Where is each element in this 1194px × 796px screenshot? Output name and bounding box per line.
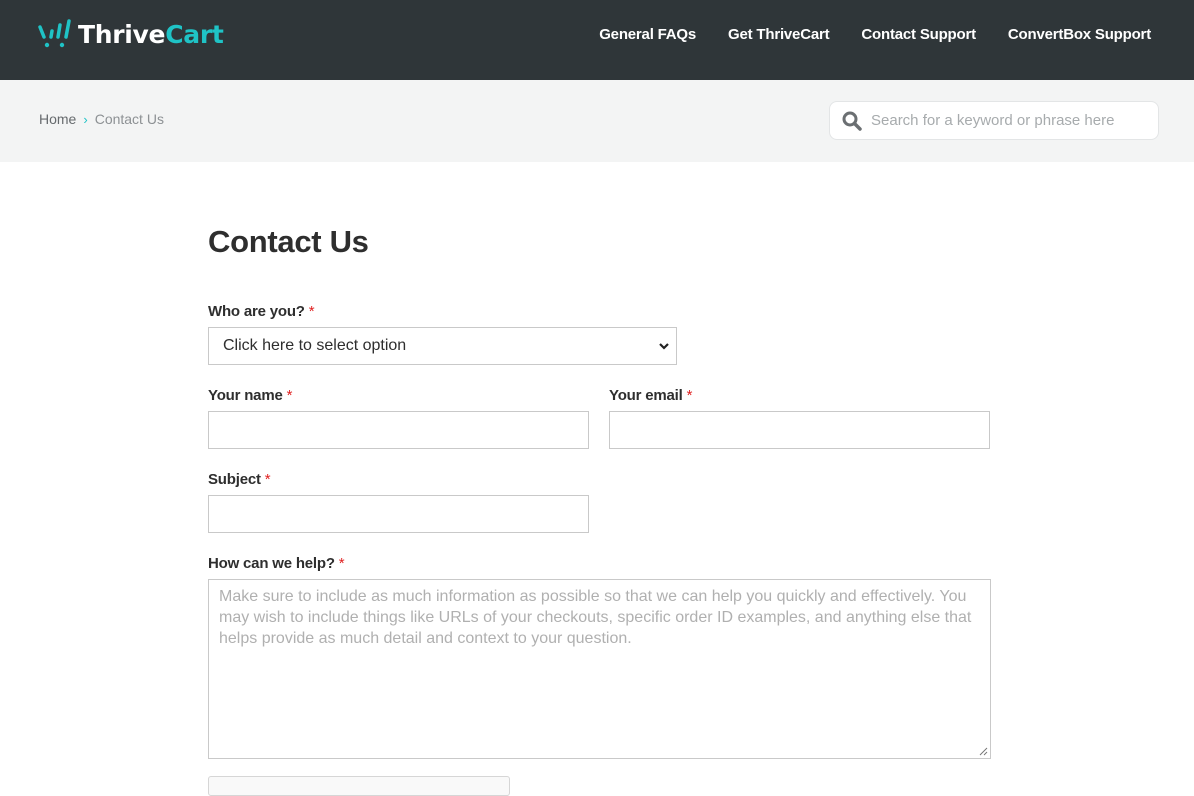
required-asterisk: * <box>338 555 345 572</box>
subject-input[interactable] <box>208 495 589 533</box>
subject-field: Subject * <box>208 471 991 533</box>
who-are-you-selected-value: Click here to select option <box>223 337 407 354</box>
your-email-label: Your email * <box>609 387 990 404</box>
breadcrumb-bar: Home › Contact Us <box>0 80 1194 162</box>
resize-handle-icon[interactable] <box>978 746 988 756</box>
logo-text-thrive: Thrive <box>78 19 166 49</box>
required-asterisk: * <box>286 387 293 404</box>
page-title: Contact Us <box>208 224 369 259</box>
how-can-we-help-field: How can we help? * Make sure to include … <box>208 555 991 759</box>
subject-label-text: Subject <box>208 471 261 488</box>
who-are-you-field: Who are you? * Click here to select opti… <box>208 303 991 365</box>
nav-contact-support[interactable]: Contact Support <box>861 26 976 43</box>
required-asterisk: * <box>308 303 315 320</box>
site-header: ThriveCart General FAQs Get ThriveCart C… <box>0 0 1194 80</box>
nav-convertbox-support[interactable]: ConvertBox Support <box>1008 26 1151 43</box>
name-email-row: Your name * Your email * <box>208 387 991 449</box>
your-name-label: Your name * <box>208 387 589 404</box>
your-email-field: Your email * <box>609 387 990 449</box>
breadcrumb-home[interactable]: Home <box>39 111 76 127</box>
main-nav: General FAQs Get ThriveCart Contact Supp… <box>599 0 1151 68</box>
your-name-field: Your name * <box>208 387 589 449</box>
search-input[interactable] <box>871 112 1151 129</box>
textarea-placeholder: Make sure to include as much information… <box>219 588 972 647</box>
chevron-down-icon <box>659 343 669 350</box>
how-can-we-help-label: How can we help? * <box>208 555 991 572</box>
your-email-input[interactable] <box>609 411 990 449</box>
logo-text-cart: Cart <box>165 19 224 49</box>
required-asterisk: * <box>686 387 693 404</box>
thrivecart-logo[interactable]: ThriveCart <box>38 18 224 50</box>
who-are-you-label-text: Who are you? <box>208 303 305 320</box>
who-are-you-select[interactable]: Click here to select option <box>208 327 677 365</box>
how-can-we-help-label-text: How can we help? <box>208 555 335 572</box>
search-icon <box>842 111 862 131</box>
how-can-we-help-textarea[interactable]: Make sure to include as much information… <box>208 579 991 759</box>
captcha-box[interactable] <box>208 776 510 796</box>
chevron-right-icon: › <box>83 111 88 127</box>
your-name-label-text: Your name <box>208 387 283 404</box>
logo-text: ThriveCart <box>78 20 224 49</box>
cart-logo-icon <box>38 19 71 48</box>
your-email-label-text: Your email <box>609 387 683 404</box>
nav-general-faqs[interactable]: General FAQs <box>599 26 696 43</box>
breadcrumb-current: Contact Us <box>94 111 164 127</box>
required-asterisk: * <box>264 471 271 488</box>
nav-get-thrivecart[interactable]: Get ThriveCart <box>728 26 830 43</box>
search-box[interactable] <box>829 101 1159 140</box>
breadcrumb: Home › Contact Us <box>39 111 164 127</box>
who-are-you-label: Who are you? * <box>208 303 991 320</box>
contact-form-section: Contact Us Who are you? * Click here to … <box>208 162 991 759</box>
subject-label: Subject * <box>208 471 991 488</box>
your-name-input[interactable] <box>208 411 589 449</box>
